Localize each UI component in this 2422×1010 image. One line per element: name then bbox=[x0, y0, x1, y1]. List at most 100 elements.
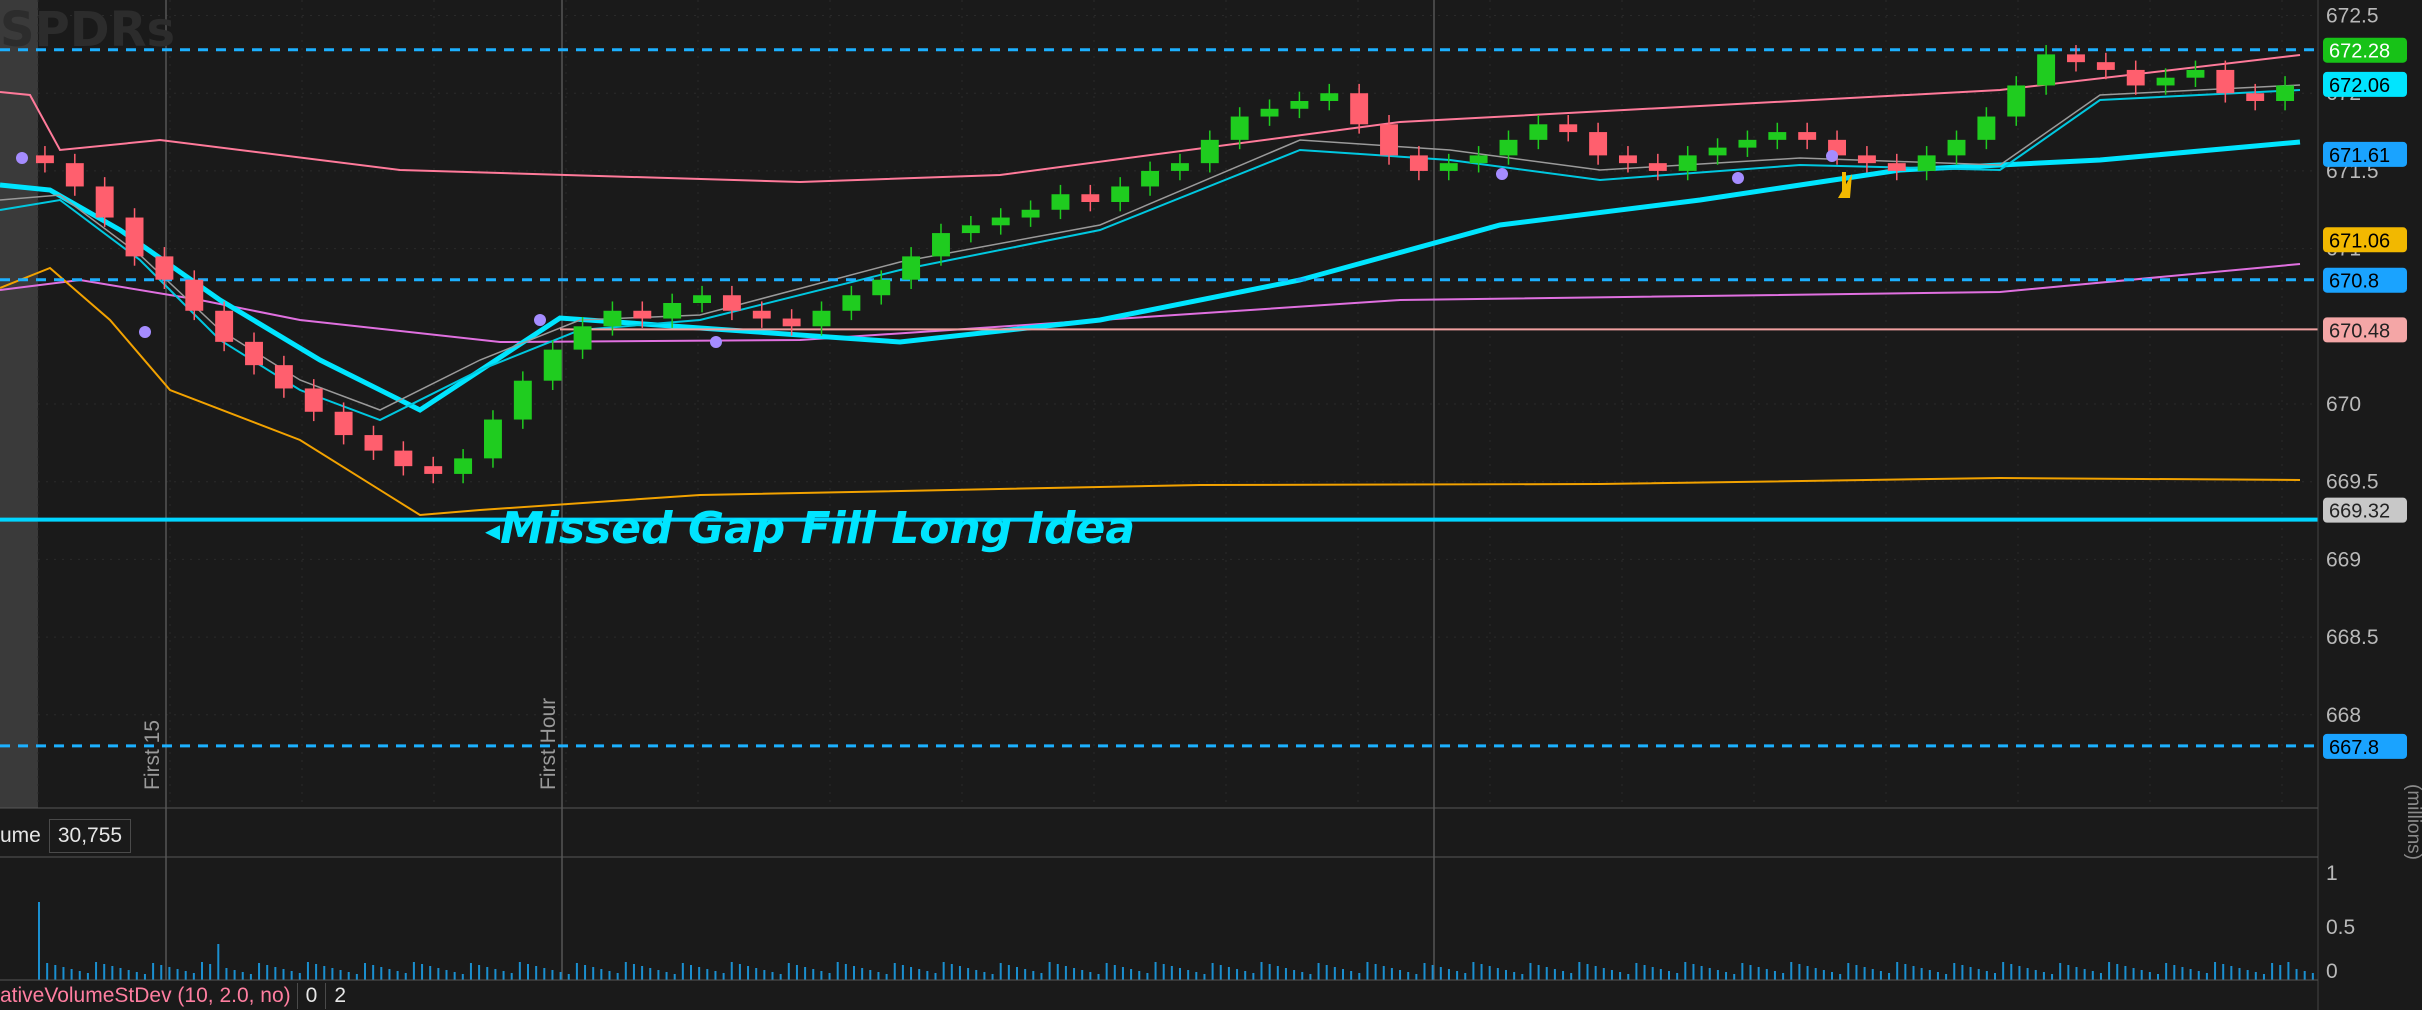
volume-bar bbox=[1659, 969, 1662, 980]
volume-bar bbox=[2026, 968, 2029, 980]
volume-bar bbox=[2214, 962, 2217, 980]
candle-body bbox=[1409, 155, 1428, 171]
arrow-shaft bbox=[1842, 172, 1846, 198]
study-header[interactable]: ativeVolumeStDev (10, 2.0, no) 0 2 bbox=[0, 982, 354, 1010]
volume-bar bbox=[2083, 969, 2086, 980]
candle-body bbox=[424, 466, 443, 474]
volume-bar bbox=[2108, 962, 2111, 980]
volume-bar bbox=[934, 973, 937, 980]
volume-bar bbox=[201, 962, 203, 980]
volume-bar bbox=[2222, 964, 2225, 980]
volume-bar bbox=[1594, 966, 1597, 980]
volume-bar bbox=[1847, 963, 1850, 980]
candle-body bbox=[1559, 124, 1578, 133]
volume-bar bbox=[160, 965, 163, 980]
candle-body bbox=[1977, 116, 1996, 140]
volume-bar bbox=[665, 972, 668, 980]
candle-body bbox=[782, 318, 801, 327]
candle-body bbox=[125, 217, 144, 257]
signal-dot bbox=[534, 314, 546, 326]
volume-bar bbox=[1007, 965, 1010, 980]
candle-body bbox=[1887, 163, 1906, 171]
volume-bar bbox=[1333, 967, 1336, 980]
price-tag-text: 670.8 bbox=[2329, 271, 2379, 293]
volume-bar bbox=[1773, 971, 1776, 980]
candle-body bbox=[752, 310, 771, 319]
volume-bar bbox=[2010, 964, 2013, 980]
volume-bar bbox=[1651, 967, 1654, 980]
volume-bar bbox=[209, 964, 212, 980]
volume-bar bbox=[1888, 973, 1891, 980]
volume-bar bbox=[380, 967, 383, 980]
volume-bar bbox=[714, 971, 717, 980]
volume-bar bbox=[461, 974, 464, 980]
candle-body bbox=[1768, 132, 1787, 140]
candle-body bbox=[1051, 194, 1070, 210]
volume-bar bbox=[1505, 970, 1507, 980]
volume-bar bbox=[404, 973, 407, 980]
volume-bar bbox=[249, 974, 252, 980]
volume-bar bbox=[1977, 969, 1980, 980]
volume-bar bbox=[942, 962, 945, 980]
volume-bar bbox=[1081, 970, 1084, 980]
volume-bar bbox=[339, 970, 342, 980]
volume-bar bbox=[600, 969, 603, 980]
volume-bar bbox=[1146, 973, 1149, 980]
volume-bar bbox=[396, 971, 399, 980]
volume-bar bbox=[910, 967, 913, 980]
volume-bar bbox=[1610, 970, 1613, 980]
candle-body bbox=[2096, 62, 2115, 70]
volume-bar bbox=[152, 963, 155, 980]
volume-bar bbox=[1994, 973, 1996, 980]
volume-bar bbox=[649, 968, 652, 980]
volume-bar bbox=[1244, 971, 1247, 980]
candle-body bbox=[2037, 54, 2056, 86]
premarket-shade bbox=[0, 0, 38, 808]
volume-bar bbox=[1105, 963, 1108, 980]
annotation-label[interactable]: ◂Missed Gap Fill Long Idea bbox=[485, 503, 1135, 554]
volume-bar bbox=[991, 974, 994, 980]
volume-bar bbox=[1390, 968, 1393, 980]
volume-bar bbox=[1602, 968, 1605, 980]
study-value-1: 2 bbox=[325, 983, 354, 1009]
volume-bar bbox=[1293, 970, 1296, 980]
candle-body bbox=[185, 279, 204, 311]
volume-bar bbox=[918, 969, 921, 980]
volume-bar bbox=[1961, 965, 1964, 980]
volume-bar bbox=[2075, 967, 2078, 980]
candle-body bbox=[1798, 132, 1817, 140]
candle-body bbox=[245, 341, 263, 366]
volume-bar bbox=[1708, 968, 1711, 980]
volume-bar bbox=[1529, 963, 1532, 980]
volume-bar bbox=[2042, 972, 2045, 980]
candle-body bbox=[2007, 85, 2026, 117]
volume-bar bbox=[641, 966, 644, 980]
candle-body bbox=[1320, 93, 1339, 101]
candle-body bbox=[1021, 209, 1040, 218]
volume-bar bbox=[592, 967, 595, 980]
price-tick-label: 672.5 bbox=[2326, 5, 2379, 28]
candle-body bbox=[513, 380, 532, 420]
candle-body bbox=[2276, 85, 2295, 101]
volume-bar bbox=[543, 968, 546, 980]
candle-body bbox=[2186, 69, 2205, 78]
candle-body bbox=[663, 303, 682, 319]
volume-bar bbox=[1570, 973, 1573, 980]
volume-bar bbox=[290, 971, 293, 980]
volume-bar bbox=[975, 970, 978, 980]
signal-dot bbox=[1496, 168, 1508, 180]
price-tag-text: 667.8 bbox=[2329, 737, 2379, 759]
candle-body bbox=[454, 458, 473, 474]
candle-body bbox=[1708, 147, 1727, 156]
volume-bar bbox=[779, 974, 782, 980]
volume-tick-label: 1 bbox=[2326, 862, 2338, 885]
volume-bar bbox=[518, 962, 521, 980]
volume-bar bbox=[168, 967, 171, 980]
candle-body bbox=[1290, 101, 1309, 109]
volume-bar bbox=[2287, 962, 2290, 980]
volume-bar bbox=[1130, 969, 1133, 980]
volume-bar bbox=[1798, 964, 1801, 980]
price-chart[interactable]: 672.5672671.5671670669.5669668.566810.50… bbox=[0, 0, 2422, 1010]
candle-body bbox=[1200, 139, 1219, 164]
volume-bar bbox=[1040, 973, 1043, 980]
